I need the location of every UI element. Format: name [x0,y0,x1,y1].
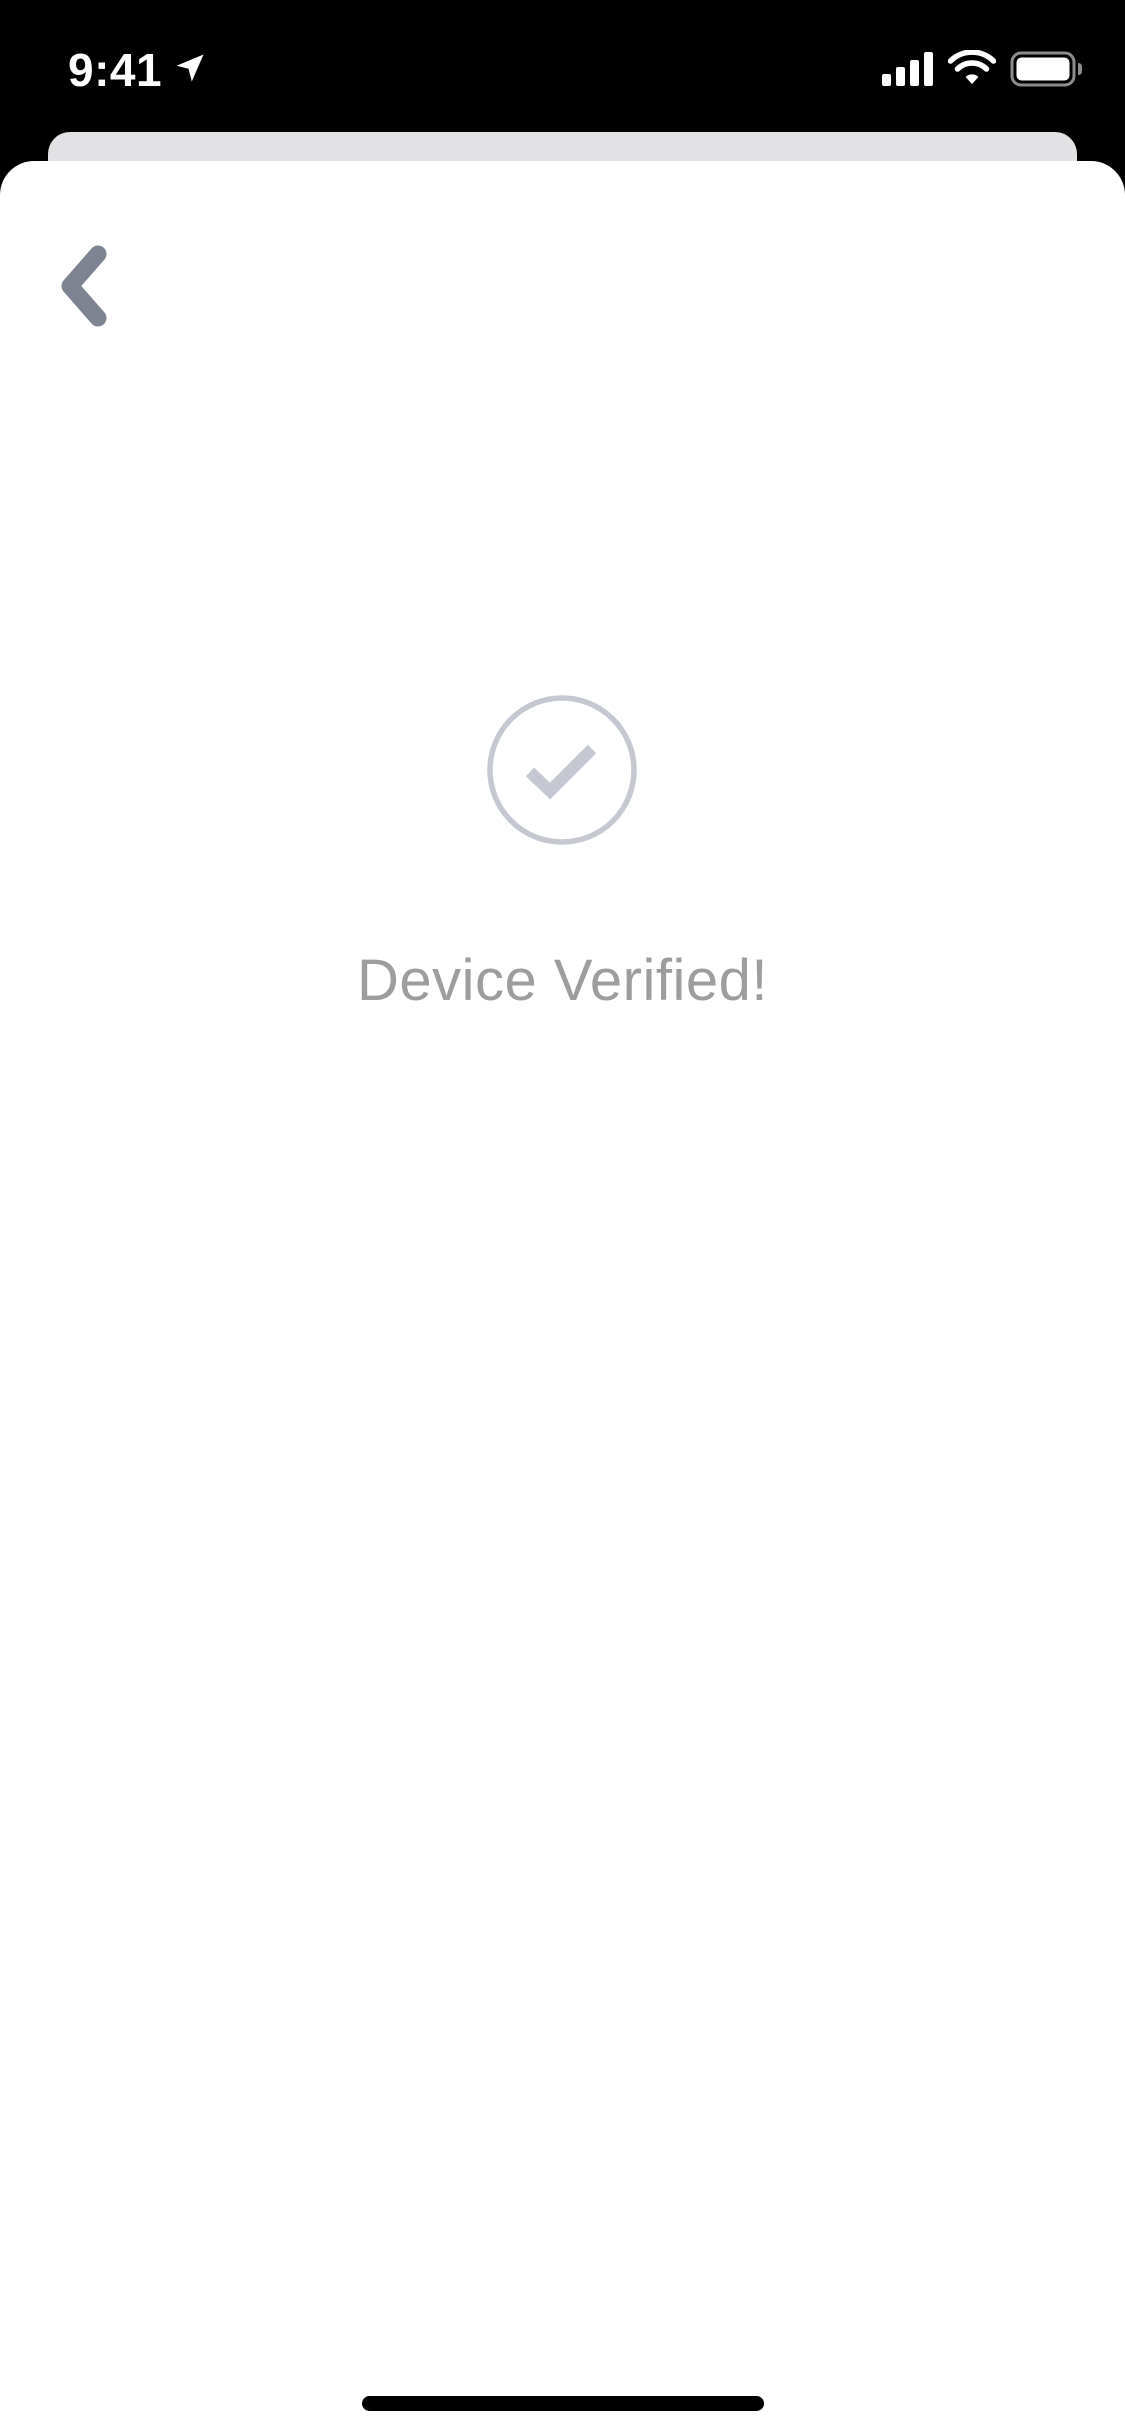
check-circle-icon [487,695,637,845]
status-bar: 9:41 [0,0,1125,132]
modal-sheet [0,161,1125,2436]
location-arrow-icon [176,54,204,82]
chevron-left-icon [61,245,107,327]
cellular-signal-icon [882,52,933,86]
status-time: 9:41 [68,44,163,96]
home-indicator[interactable] [362,2396,764,2411]
wifi-icon [948,50,996,84]
battery-icon [1010,51,1082,87]
verified-message: Device Verified! [357,948,768,1013]
back-button[interactable] [44,236,124,336]
